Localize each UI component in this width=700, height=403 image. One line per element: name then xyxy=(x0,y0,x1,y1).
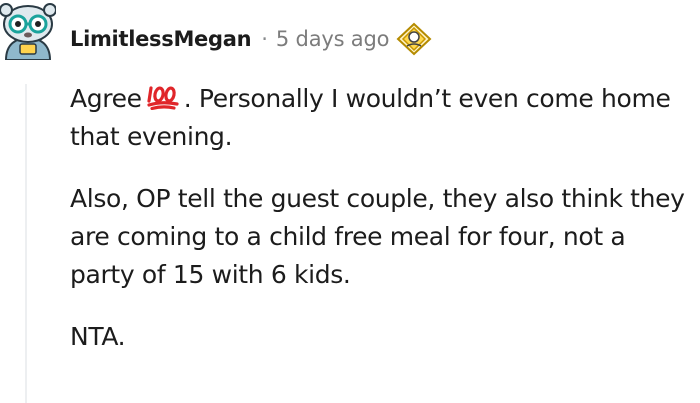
comment-paragraph-2: Also, OP tell the guest couple, they als… xyxy=(70,184,685,289)
snoo-avatar-icon[interactable] xyxy=(0,0,56,60)
separator-dot: · xyxy=(261,27,268,51)
comment-paragraph-3: NTA. xyxy=(70,322,126,351)
timestamp-link[interactable]: 5 days ago xyxy=(276,27,390,51)
agree-text: Agree xyxy=(70,84,142,113)
comment-paragraph: Agree . Personally I wouldn’t even come … xyxy=(70,80,695,156)
comment-header: LimitlessMegan · 5 days ago xyxy=(70,22,433,56)
comment: LimitlessMegan · 5 days ago Agree . Pers… xyxy=(0,0,700,403)
hundred-points-emoji-icon xyxy=(147,86,179,110)
thread-line[interactable] xyxy=(25,84,27,403)
helpful-award-icon[interactable] xyxy=(395,22,433,56)
username-link[interactable]: LimitlessMegan xyxy=(70,27,252,51)
comment-body: Agree . Personally I wouldn’t even come … xyxy=(70,80,695,380)
